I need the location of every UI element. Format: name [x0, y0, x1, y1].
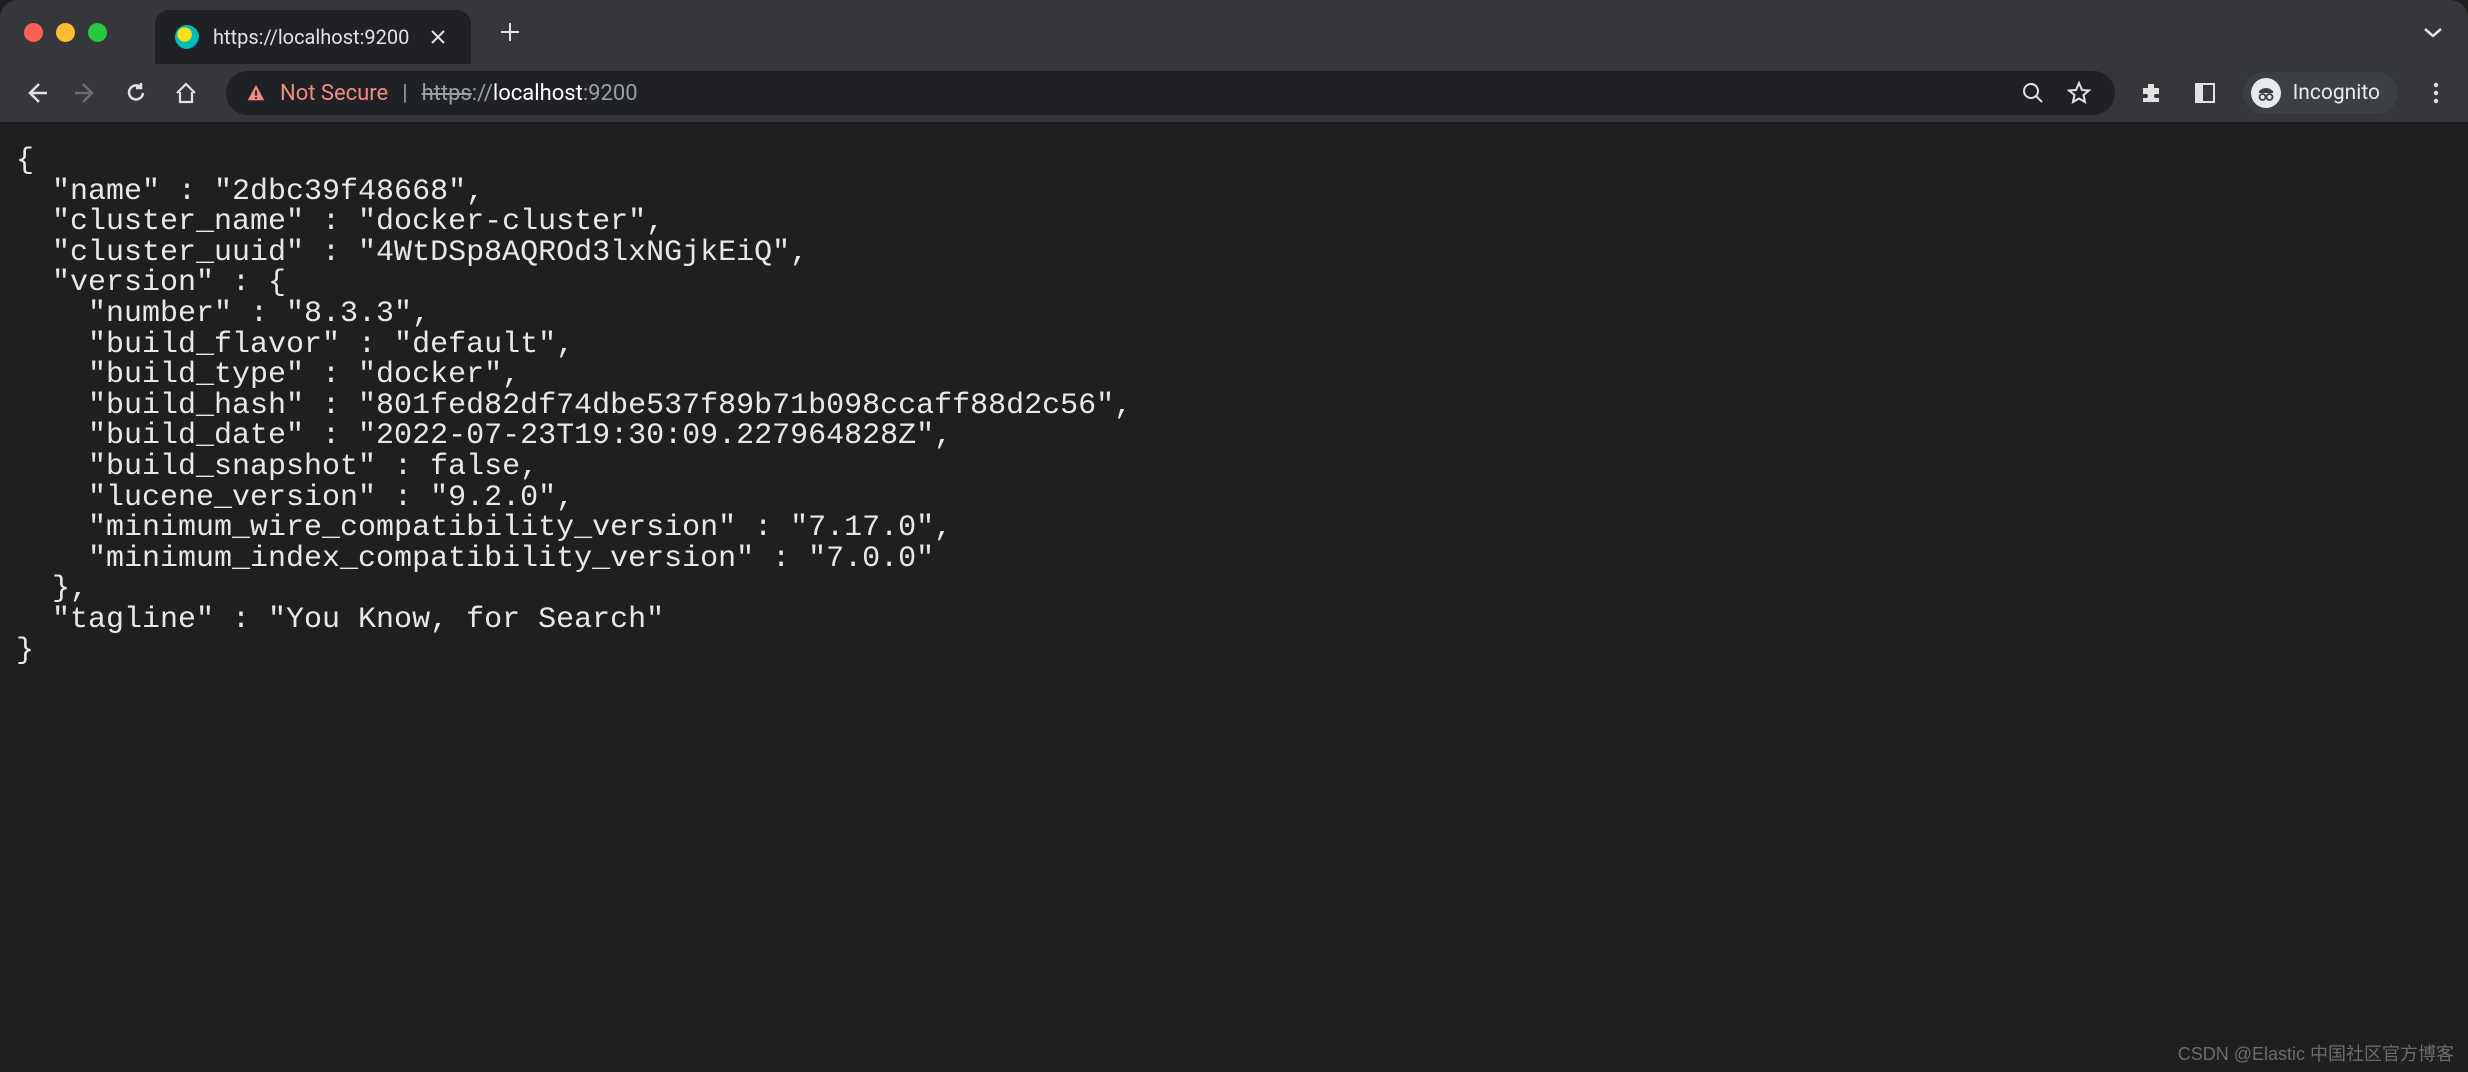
window-controls	[24, 23, 107, 42]
url-text: https://localhost:9200	[422, 81, 638, 106]
zoom-icon[interactable]	[2017, 77, 2049, 109]
window-maximize-button[interactable]	[88, 23, 107, 42]
security-status-label: Not Secure	[280, 81, 388, 106]
window-minimize-button[interactable]	[56, 23, 75, 42]
reload-button[interactable]	[116, 73, 156, 113]
tab-close-button[interactable]	[423, 28, 453, 46]
page-content: { "name" : "2dbc39f48668", "cluster_name…	[0, 122, 2468, 1072]
menu-icon[interactable]	[2420, 77, 2452, 109]
json-response-text: { "name" : "2dbc39f48668", "cluster_name…	[16, 146, 2452, 666]
reading-list-icon[interactable]	[2189, 77, 2221, 109]
new-tab-button[interactable]	[499, 21, 521, 43]
tab-favicon-icon	[175, 25, 199, 49]
toolbar-right-actions: Incognito	[2135, 72, 2452, 114]
bookmark-star-icon[interactable]	[2063, 77, 2095, 109]
watermark: CSDN @Elastic 中国社区官方博客	[2178, 1040, 2454, 1066]
address-bar[interactable]: Not Secure | https://localhost:9200	[226, 71, 2115, 115]
incognito-badge[interactable]: Incognito	[2243, 72, 2398, 114]
url-port: :9200	[583, 81, 638, 106]
url-separator: |	[402, 81, 407, 106]
forward-button[interactable]	[66, 73, 106, 113]
toolbar: Not Secure | https://localhost:9200 Inco…	[0, 64, 2468, 122]
security-warning-icon	[246, 82, 266, 104]
incognito-icon	[2251, 78, 2281, 108]
tab-overflow-button[interactable]	[2422, 25, 2444, 39]
window-close-button[interactable]	[24, 23, 43, 42]
titlebar: https://localhost:9200	[0, 0, 2468, 64]
extensions-icon[interactable]	[2135, 77, 2167, 109]
browser-tab[interactable]: https://localhost:9200	[155, 10, 471, 64]
incognito-label: Incognito	[2293, 81, 2380, 105]
url-scheme-sep: ://	[472, 81, 493, 106]
back-button[interactable]	[16, 73, 56, 113]
url-scheme: https	[422, 81, 472, 106]
tab-title: https://localhost:9200	[213, 25, 409, 49]
url-host: localhost	[493, 81, 583, 106]
home-button[interactable]	[166, 73, 206, 113]
